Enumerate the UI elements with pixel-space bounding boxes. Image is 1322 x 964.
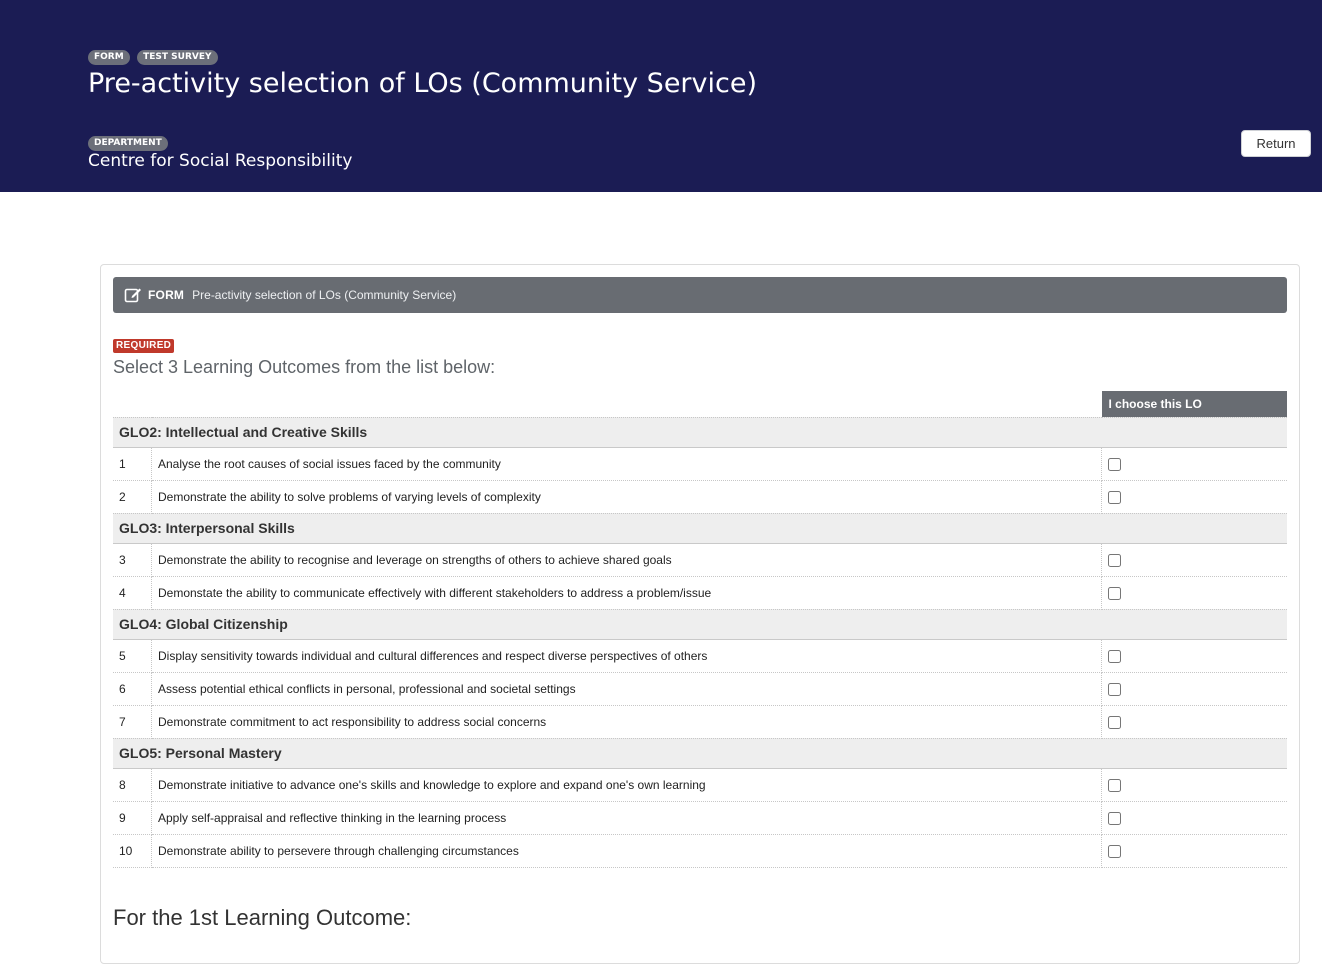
group-title: GLO2: Intellectual and Creative Skills: [113, 416, 1287, 448]
group-row: GLO5: Personal Mastery: [113, 737, 1287, 769]
group-title: GLO3: Interpersonal Skills: [113, 512, 1287, 544]
lo-number: 9: [113, 801, 152, 835]
next-question-title: For the 1st Learning Outcome:: [113, 905, 412, 930]
lo-row: 9 Apply self-appraisal and reflective thi…: [113, 801, 1287, 835]
department-name: Centre for Social Responsibility: [88, 151, 353, 171]
form-title-bar: FORM Pre-activity selection of LOs (Comm…: [113, 277, 1287, 313]
lo-row: 3 Demonstrate the ability to recognise an…: [113, 543, 1287, 577]
lo-text: Demonstrate the ability to solve problem…: [151, 480, 1102, 514]
lo-text: Demonstrate initiative to advance one's …: [151, 768, 1102, 802]
lo-choose-cell: [1101, 672, 1287, 706]
lo-choose-cell: [1101, 480, 1287, 514]
lo-text: Display sensitivity towards individual a…: [151, 639, 1102, 673]
lo-row: 4 Demonstate the ability to communicate e…: [113, 576, 1287, 610]
group-row: GLO2: Intellectual and Creative Skills: [113, 416, 1287, 448]
lo-row: 10 Demonstrate ability to persevere throu…: [113, 834, 1287, 868]
lo-choose-cell: [1101, 639, 1287, 673]
lo-choose-cell: [1101, 543, 1287, 577]
lo-text: Demonstrate ability to persevere through…: [151, 834, 1102, 868]
lo-number: 5: [113, 639, 152, 673]
lo-checkbox[interactable]: [1108, 457, 1121, 471]
group-title: GLO4: Global Citizenship: [113, 608, 1287, 640]
lo-number: 3: [113, 543, 152, 577]
lo-text: Apply self-appraisal and reflective thin…: [151, 801, 1102, 835]
return-button[interactable]: Return: [1241, 130, 1311, 157]
lo-checkbox[interactable]: [1108, 844, 1121, 858]
lo-text: Analyse the root causes of social issues…: [151, 447, 1102, 481]
page-header: FORM TEST SURVEY Pre-activity selection …: [0, 0, 1322, 192]
lo-row: 7 Demonstrate commitment to act responsib…: [113, 705, 1287, 739]
required-badge: REQUIRED: [113, 339, 175, 353]
lo-text: Assess potential ethical conflicts in pe…: [151, 672, 1102, 706]
lo-row: 8 Demonstrate initiative to advance one's…: [113, 768, 1287, 802]
department-tag: DEPARTMENT: [88, 136, 168, 151]
form-bar-label: FORM: [148, 288, 185, 302]
header-tags: FORM TEST SURVEY: [88, 46, 221, 65]
form-tag: FORM: [88, 50, 130, 65]
page-title: Pre-activity selection of LOs (Community…: [88, 68, 758, 99]
lo-number: 10: [113, 834, 152, 868]
lo-text: Demonstate the ability to communicate ef…: [151, 576, 1102, 610]
lo-number: 2: [113, 480, 152, 514]
lo-number: 6: [113, 672, 152, 706]
group-row: GLO4: Global Citizenship: [113, 608, 1287, 640]
form-bar-name: Pre-activity selection of LOs (Community…: [192, 288, 457, 302]
matrix-header-row: I choose this LO: [113, 391, 1287, 418]
lo-text: Demonstrate commitment to act responsibi…: [151, 705, 1102, 739]
lo-row: 1 Analyse the root causes of social issue…: [113, 447, 1287, 481]
learning-outcomes-matrix: I choose this LO GLO2: Intellectual and …: [113, 391, 1287, 868]
group-row: GLO3: Interpersonal Skills: [113, 512, 1287, 544]
lo-checkbox[interactable]: [1108, 586, 1121, 600]
lo-choose-cell: [1101, 801, 1287, 835]
lo-choose-cell: [1101, 768, 1287, 802]
lo-choose-cell: [1101, 447, 1287, 481]
choose-column-header: I choose this LO: [1101, 391, 1287, 417]
lo-row: 5 Display sensitivity towards individual …: [113, 639, 1287, 673]
lo-checkbox[interactable]: [1108, 490, 1121, 504]
lo-number: 4: [113, 576, 152, 610]
lo-row: 2 Demonstrate the ability to solve proble…: [113, 480, 1287, 514]
group-title: GLO5: Personal Mastery: [113, 737, 1287, 769]
edit-icon: [124, 286, 142, 304]
lo-checkbox[interactable]: [1108, 553, 1121, 567]
lo-checkbox[interactable]: [1108, 811, 1121, 825]
lo-checkbox[interactable]: [1108, 715, 1121, 729]
lo-number: 1: [113, 447, 152, 481]
lo-choose-cell: [1101, 705, 1287, 739]
lo-choose-cell: [1101, 576, 1287, 610]
lo-checkbox[interactable]: [1108, 778, 1121, 792]
lo-number: 8: [113, 768, 152, 802]
lo-row: 6 Assess potential ethical conflicts in p…: [113, 672, 1287, 706]
lo-text: Demonstrate the ability to recognise and…: [151, 543, 1102, 577]
lo-checkbox[interactable]: [1108, 649, 1121, 663]
lo-number: 7: [113, 705, 152, 739]
lo-choose-cell: [1101, 834, 1287, 868]
lo-checkbox[interactable]: [1108, 682, 1121, 696]
question-text: Select 3 Learning Outcomes from the list…: [113, 357, 496, 377]
department-tag-wrap: DEPARTMENT: [88, 132, 171, 151]
test-survey-tag: TEST SURVEY: [137, 50, 218, 65]
